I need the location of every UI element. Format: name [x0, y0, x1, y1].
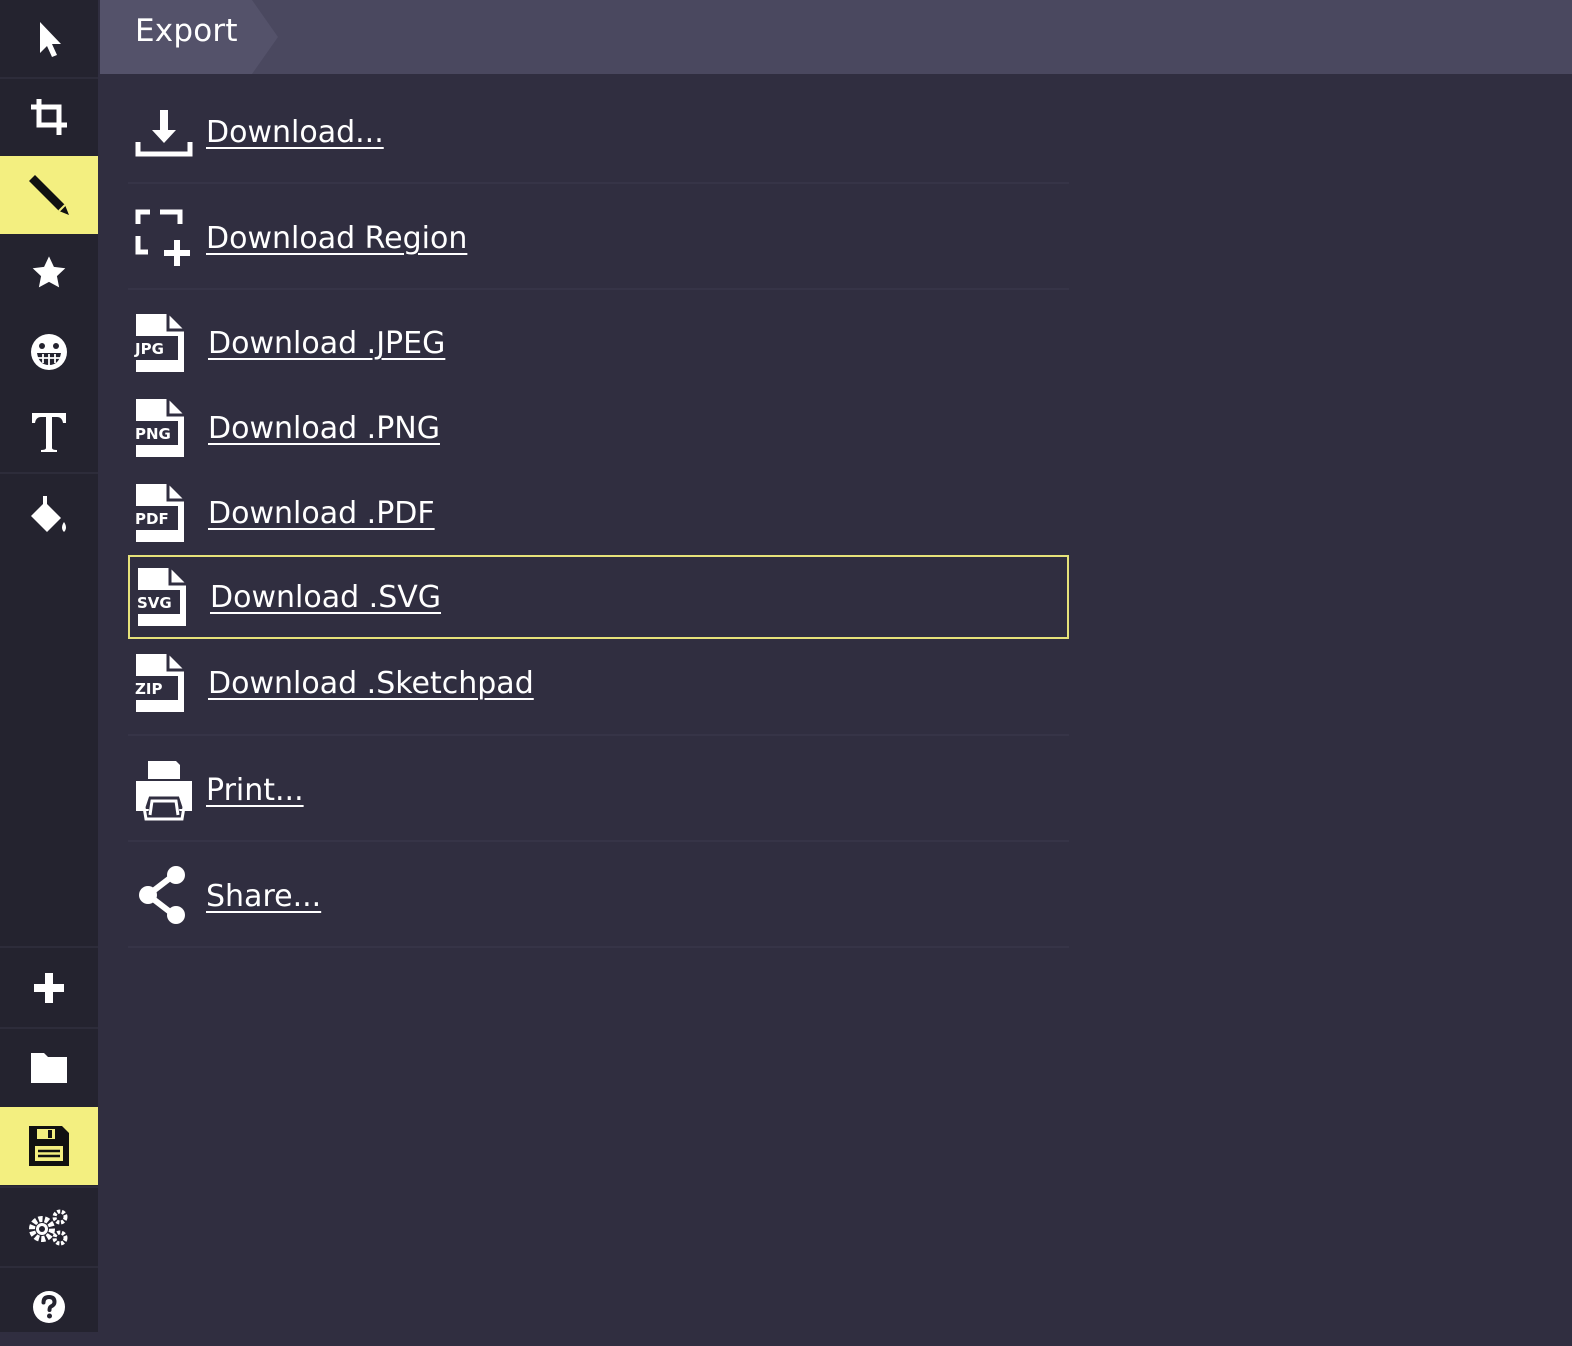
plus-icon	[34, 973, 64, 1003]
crop-tool-button[interactable]	[0, 78, 98, 156]
download-pdf-button[interactable]: PDF Download .PDF	[128, 478, 1069, 548]
download-jpeg-button[interactable]: JPG Download .JPEG	[128, 308, 1069, 378]
tool-sidebar	[0, 0, 98, 1332]
pencil-tool-button[interactable]	[0, 156, 98, 234]
gears-icon	[29, 1209, 68, 1246]
emoji-tool-button[interactable]	[0, 313, 98, 391]
download-region-button[interactable]: Download Region	[128, 203, 1069, 273]
svg-text:ZIP: ZIP	[135, 680, 162, 698]
download-pdf-label: Download .PDF	[208, 495, 435, 531]
settings-button[interactable]	[0, 1188, 98, 1266]
help-button[interactable]	[0, 1268, 98, 1346]
text-icon	[32, 413, 66, 452]
paint-bucket-icon	[31, 496, 66, 532]
fill-tool-button[interactable]	[0, 477, 98, 555]
printer-icon	[134, 759, 206, 821]
stamp-tool-button[interactable]	[0, 234, 98, 312]
svg-text:PNG: PNG	[135, 425, 171, 443]
zip-file-icon: ZIP	[134, 652, 208, 714]
svg-text:PDF: PDF	[135, 510, 169, 528]
print-label: Print...	[206, 772, 304, 808]
svg-file-icon: SVG	[136, 566, 210, 628]
folder-icon	[31, 1053, 67, 1083]
crop-icon	[31, 99, 67, 135]
open-button[interactable]	[0, 1028, 98, 1106]
panel-header	[100, 0, 1572, 74]
download-button[interactable]: Download...	[128, 96, 1069, 168]
png-file-icon: PNG	[134, 397, 208, 459]
share-icon	[134, 865, 206, 927]
download-sketchpad-label: Download .Sketchpad	[208, 665, 534, 701]
jpg-file-icon: JPG	[134, 312, 208, 374]
download-png-button[interactable]: PNG Download .PNG	[128, 393, 1069, 463]
save-button[interactable]	[0, 1107, 98, 1185]
text-tool-button[interactable]	[0, 393, 98, 471]
share-label: Share...	[206, 878, 322, 914]
page-title: Export	[135, 13, 238, 49]
new-button[interactable]	[0, 949, 98, 1027]
download-png-label: Download .PNG	[208, 410, 440, 446]
save-icon	[29, 1126, 69, 1166]
download-svg-label: Download .SVG	[210, 579, 442, 615]
download-icon	[134, 106, 206, 158]
pencil-icon	[29, 175, 69, 215]
download-sketchpad-button[interactable]: ZIP Download .Sketchpad	[128, 648, 1069, 718]
grin-icon	[31, 334, 67, 370]
help-icon	[33, 1291, 65, 1323]
share-button[interactable]: Share...	[128, 861, 1069, 931]
select-tool-button[interactable]	[0, 0, 98, 78]
download-svg-button[interactable]: SVG Download .SVG	[128, 555, 1069, 639]
svg-text:JPG: JPG	[134, 340, 164, 358]
print-button[interactable]: Print...	[128, 755, 1069, 825]
download-label: Download...	[206, 114, 384, 150]
cursor-icon	[40, 22, 61, 57]
pdf-file-icon: PDF	[134, 482, 208, 544]
region-select-icon	[134, 208, 206, 268]
star-icon	[32, 256, 66, 288]
svg-text:SVG: SVG	[137, 594, 172, 612]
download-jpeg-label: Download .JPEG	[208, 325, 446, 361]
download-region-label: Download Region	[206, 220, 468, 256]
